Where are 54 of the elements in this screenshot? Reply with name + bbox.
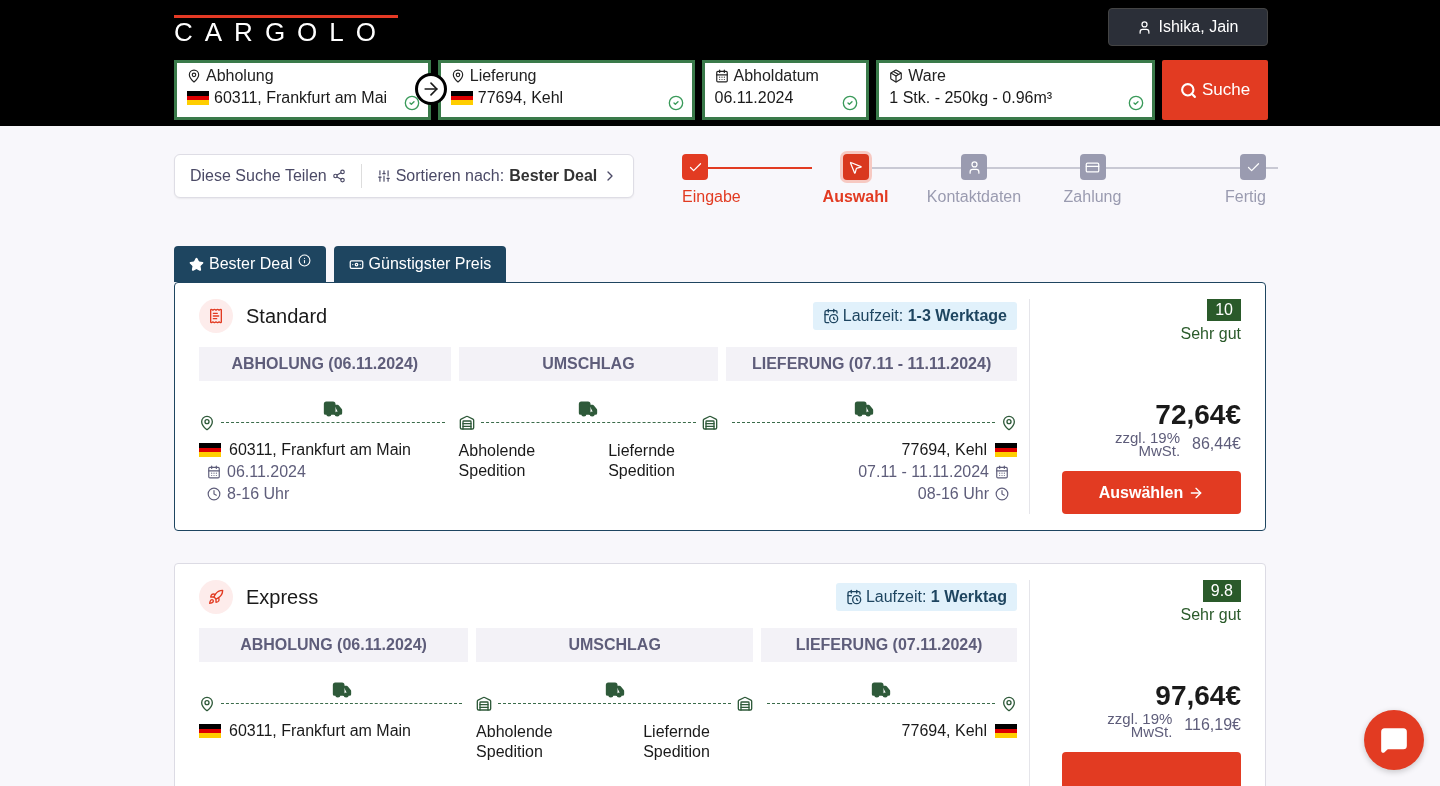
pickup-date: 06.11.2024 (227, 463, 306, 481)
search-field[interactable]: Abholdatum 06.11.2024 (701, 60, 870, 120)
rating-label: Sehr gut (1180, 606, 1241, 624)
carrier-label: Liefernde Spedition (643, 722, 711, 762)
field-value: 60311, Frankfurt am Mai (214, 89, 388, 107)
select-button[interactable]: Auswählen (1062, 471, 1241, 514)
search-field[interactable]: Abholung 60311, Frankfurt am Mai (174, 60, 431, 120)
offer-name: Express (246, 585, 319, 609)
filter-tab[interactable]: Bester Deal (174, 246, 326, 282)
segment-heading: UMSCHLAG (458, 347, 719, 381)
segment-heading: LIEFERUNG (07.11 - 11.11.2024) (726, 347, 1017, 381)
field-label: Lieferung (469, 67, 537, 85)
destination-city: 77694, Kehl (901, 722, 987, 740)
delivery-date: 07.11 - 11.11.2024 (858, 463, 989, 481)
field-label: Abholdatum (733, 67, 819, 85)
score-badge: 10 (1207, 299, 1241, 321)
gross-price: 86,44€ (1192, 435, 1241, 453)
carrier-label: Abholende Spedition (458, 441, 537, 481)
net-price: 97,64€ (1155, 680, 1241, 712)
vat-note: zzgl. 19% MwSt. (1106, 712, 1173, 738)
field-value: 1 Stk. - 250kg - 0.96m³ (889, 89, 1053, 107)
step-label[interactable]: Auswahl (822, 188, 889, 206)
origin-city: 60311, Frankfurt am Main (229, 722, 411, 740)
net-price: 72,64€ (1155, 399, 1241, 431)
vat-note: zzgl. 19% MwSt. (1114, 431, 1181, 457)
step-label[interactable]: Eingabe (682, 188, 741, 206)
sort-button[interactable]: Sortieren nach: Bester Deal (361, 162, 634, 190)
carrier-label: Abholende Spedition (476, 722, 554, 762)
filter-tab[interactable]: Günstigster Preis (333, 246, 507, 282)
score-badge: 9.8 (1202, 580, 1241, 602)
segment-heading: ABHOLUNG (06.11.2024) (199, 347, 451, 381)
segment-heading: LIEFERUNG (07.11.2024) (761, 628, 1017, 662)
search-field[interactable]: Lieferung 77694, Kehl (437, 60, 695, 120)
search-button[interactable]: Suche (1162, 60, 1268, 120)
share-button[interactable]: Diese Suche Teilen (175, 162, 361, 190)
destination-city: 77694, Kehl (901, 441, 987, 459)
search-field[interactable]: Ware 1 Stk. - 250kg - 0.96m³ (876, 60, 1156, 120)
user-button[interactable]: Ishika, Jain (1108, 8, 1268, 46)
field-label: Ware (908, 67, 946, 85)
field-value: 06.11.2024 (714, 89, 794, 107)
rating-label: Sehr gut (1180, 325, 1241, 343)
transit-label: Laufzeit: 1 Werktag (865, 588, 1007, 606)
logo[interactable]: CARGOLO (174, 15, 398, 43)
offer-name: Standard (246, 304, 328, 328)
transit-label: Laufzeit: 1-3 Werktage (842, 307, 1007, 325)
field-value: 77694, Kehl (477, 89, 564, 107)
origin-city: 60311, Frankfurt am Main (229, 441, 411, 459)
pickup-time: 8-16 Uhr (227, 485, 290, 503)
carrier-label: Liefernde Spedition (608, 441, 676, 481)
gross-price: 116,19€ (1184, 716, 1241, 734)
segment-heading: ABHOLUNG (06.11.2024) (199, 628, 469, 662)
segment-heading: UMSCHLAG (476, 628, 754, 662)
field-label: Abholung (206, 67, 274, 85)
delivery-time: 08-16 Uhr (917, 485, 989, 503)
